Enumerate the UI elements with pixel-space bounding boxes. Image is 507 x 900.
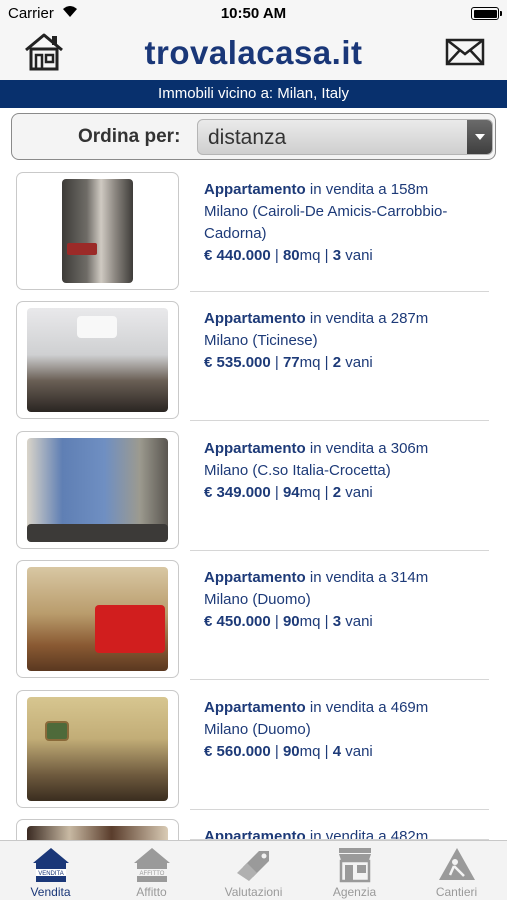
listing-distance: in vendita a 314m — [309, 569, 429, 586]
sort-control: Ordina per: distanza — [11, 113, 496, 160]
tab-agenzia-label: Agenzia — [332, 885, 377, 899]
listing-item[interactable]: Appartamento in vendita a 469m Milano (D… — [0, 680, 507, 810]
listing-rooms-unit: vani — [345, 247, 373, 264]
tab-vendita-label: Vendita — [30, 885, 71, 899]
listing-details: Appartamento in vendita a 314m Milano (D… — [204, 567, 494, 633]
listing-rooms-unit: vani — [345, 613, 373, 630]
listing-distance: in vendita a 287m — [309, 310, 429, 327]
listing-photo — [16, 172, 179, 290]
listing-price: € 450.000 — [204, 613, 271, 630]
sort-label: Ordina per: — [78, 126, 181, 147]
listing-details: Appartamento in vendita a 158m Milano (C… — [204, 179, 494, 267]
listing-details: Appartamento in vendita a 482m — [204, 826, 494, 840]
listing-sqm-unit: mq — [299, 247, 321, 264]
price-tag-icon — [237, 851, 269, 881]
tab-cantieri-label: Cantieri — [435, 885, 478, 899]
house-rent-icon: AFFITTO — [134, 848, 170, 882]
listing-area: Milano (Duomo) — [204, 591, 311, 608]
tab-valutazioni[interactable]: Valutazioni — [203, 841, 304, 900]
listing-details: Appartamento in vendita a 469m Milano (D… — [204, 697, 494, 763]
listing-photo — [16, 819, 179, 840]
listing-sqm: 80 — [282, 247, 300, 264]
listing-sqm: 90 — [282, 613, 300, 630]
listing-area: Milano (Cairoli-De Amicis-Carrobbio-Cado… — [204, 203, 448, 242]
storefront-icon — [339, 848, 371, 883]
listing-area: Milano (Duomo) — [204, 721, 311, 738]
listing-distance: in vendita a 482m — [309, 828, 429, 840]
listing-type: Appartamento — [204, 181, 306, 198]
listing-photo — [16, 690, 179, 808]
listing-sqm: 90 — [282, 743, 300, 760]
app-header: trovalacasa.it — [0, 28, 507, 80]
tab-vendita[interactable]: VENDITA Vendita — [0, 841, 101, 900]
listing-sqm-unit: mq — [299, 743, 321, 760]
listing-type: Appartamento — [204, 699, 306, 716]
listing-sqm-unit: mq — [299, 484, 321, 501]
listing-rooms-unit: vani — [345, 354, 373, 371]
listing-sqm: 94 — [282, 484, 300, 501]
construction-icon — [439, 848, 475, 880]
listing-photo — [16, 560, 179, 678]
listing-distance: in vendita a 306m — [309, 440, 429, 457]
listing-photo — [16, 301, 179, 419]
listing-item[interactable]: Appartamento in vendita a 482m — [0, 809, 507, 840]
listing-price: € 349.000 — [204, 484, 271, 501]
listing-type: Appartamento — [204, 440, 306, 457]
sort-value: distanza — [208, 126, 287, 149]
envelope-icon[interactable] — [445, 38, 485, 66]
tab-vendita-badge: VENDITA — [38, 871, 64, 877]
listing-sqm-unit: mq — [299, 354, 321, 371]
listing-details: Appartamento in vendita a 287m Milano (T… — [204, 308, 494, 374]
location-bar: Immobili vicino a: Milan, Italy — [0, 80, 507, 108]
listing-price: € 535.000 — [204, 354, 271, 371]
status-bar: Carrier 10:50 AM — [0, 0, 507, 28]
listing-item[interactable]: Appartamento in vendita a 287m Milano (T… — [0, 291, 507, 421]
listing-photo — [16, 431, 179, 549]
tab-affitto-badge: AFFITTO — [140, 871, 165, 877]
listing-rooms: 2 — [332, 354, 342, 371]
listing-item[interactable]: Appartamento in vendita a 306m Milano (C… — [0, 421, 507, 551]
sort-dropdown[interactable]: distanza — [197, 119, 493, 155]
listing-item[interactable]: Appartamento in vendita a 158m Milano (C… — [0, 162, 507, 292]
listing-distance: in vendita a 469m — [309, 699, 429, 716]
listing-distance: in vendita a 158m — [309, 181, 429, 198]
tab-valutazioni-label: Valutazioni — [224, 885, 283, 899]
tab-cantieri[interactable]: Cantieri — [406, 841, 507, 900]
house-sale-icon: VENDITA — [33, 848, 69, 882]
listing-rooms-unit: vani — [345, 484, 373, 501]
listing-area: Milano (C.so Italia-Crocetta) — [204, 462, 391, 479]
chevron-down-icon — [467, 120, 492, 154]
listing-sqm-unit: mq — [299, 613, 321, 630]
listing-type: Appartamento — [204, 310, 306, 327]
listing-type: Appartamento — [204, 828, 306, 840]
listing-sqm: 77 — [282, 354, 300, 371]
listing-price: € 560.000 — [204, 743, 271, 760]
listing-rooms-unit: vani — [345, 743, 373, 760]
listing-price: € 440.000 — [204, 247, 271, 264]
listing-item[interactable]: Appartamento in vendita a 314m Milano (D… — [0, 550, 507, 680]
battery-icon — [471, 7, 502, 20]
listing-rooms: 3 — [332, 247, 342, 264]
clock: 10:50 AM — [220, 5, 287, 22]
listing-area: Milano (Ticinese) — [204, 332, 318, 349]
tab-bar: VENDITA Vendita AFFITTO Affitto Valutazi… — [0, 840, 507, 900]
listing-details: Appartamento in vendita a 306m Milano (C… — [204, 438, 494, 504]
tab-affitto[interactable]: AFFITTO Affitto — [101, 841, 202, 900]
tab-agenzia[interactable]: Agenzia — [304, 841, 405, 900]
tab-affitto-label: Affitto — [136, 885, 167, 899]
listing-rooms: 2 — [332, 484, 342, 501]
listing-rooms: 3 — [332, 613, 342, 630]
listing-type: Appartamento — [204, 569, 306, 586]
app-logo: trovalacasa.it — [144, 34, 363, 71]
listing-rooms: 4 — [332, 743, 342, 760]
